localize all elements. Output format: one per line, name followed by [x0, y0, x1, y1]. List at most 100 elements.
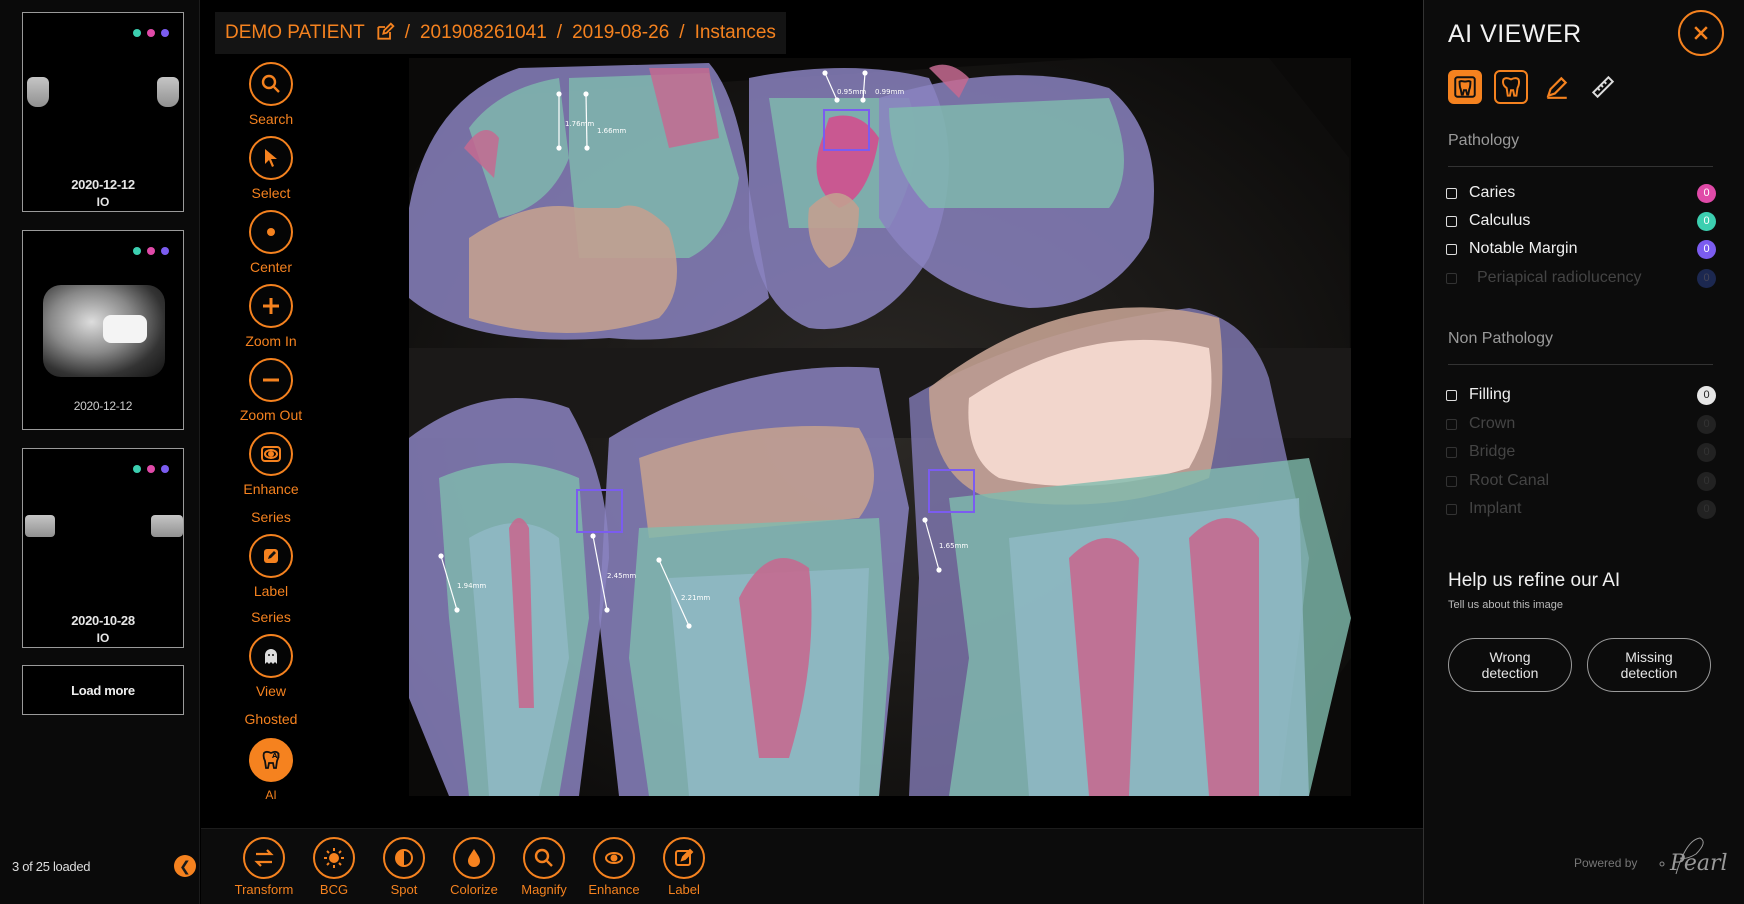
breadcrumb: DEMO PATIENT / 201908261041 / 2019-08-26… — [215, 12, 786, 54]
finding-count-badge: 0 — [1697, 442, 1716, 462]
tool-label: Center — [249, 259, 293, 275]
thumbnail-panel: 2020-12-12 IO 2020-12-12 2020-10-28 IO L… — [0, 0, 200, 904]
breadcrumb-study[interactable]: 201908261041 — [420, 22, 547, 44]
checkbox — [1446, 503, 1457, 515]
breadcrumb-instances[interactable]: Instances — [695, 22, 776, 44]
finding-count-badge: 0 — [1697, 268, 1716, 288]
calculus-dot — [133, 29, 141, 37]
pencil-icon — [1546, 76, 1568, 99]
tab-tooth-detection[interactable] — [1448, 70, 1482, 104]
tab-measure[interactable] — [1586, 70, 1620, 104]
checkbox[interactable] — [1446, 243, 1457, 255]
bottom-tool-label: BCG — [319, 882, 349, 897]
checkbox — [1446, 475, 1457, 487]
breadcrumb-date[interactable]: 2019-08-26 — [572, 22, 669, 44]
xray-image[interactable]: 1.76mm 1.66mm 0.95mm 0.99mm 1.94mm 2.45m… — [409, 58, 1351, 796]
finding-name: Filling — [1469, 386, 1511, 403]
tool-sublabel: Series — [251, 509, 291, 525]
thumbnail-date: 2020-10-28 — [71, 613, 135, 628]
transform-tool[interactable]: Transform — [229, 837, 299, 897]
finding-calculus[interactable]: Calculus 0 — [1446, 210, 1716, 232]
thumbnail-type: IO — [96, 631, 110, 645]
bottom-toolbar: Transform BCG Spot Colorize Magnify Enha… — [201, 828, 1423, 904]
divider — [1448, 166, 1713, 167]
tool-label: AI — [265, 788, 277, 802]
enhance-tool[interactable]: Enhance — [579, 837, 649, 897]
zoom-in-tool[interactable]: Zoom In — [221, 284, 321, 350]
thumbnail-1[interactable]: 2020-12-12 IO — [22, 12, 184, 212]
thumbnail-2[interactable]: 2020-12-12 — [22, 230, 184, 430]
edit-square-icon — [663, 837, 705, 879]
select-tool[interactable]: Select — [221, 136, 321, 202]
brightness-icon — [313, 837, 355, 879]
tool-label: Select — [251, 185, 291, 201]
close-button[interactable] — [1678, 10, 1724, 56]
image-viewer: DEMO PATIENT / 201908261041 / 2019-08-26… — [201, 0, 1423, 828]
tool-label: View — [255, 683, 287, 699]
droplet-icon — [453, 837, 495, 879]
search-tool[interactable]: Search — [221, 62, 321, 128]
thumbnail-3[interactable]: 2020-10-28 IO — [22, 448, 184, 648]
tooth-thumbnail-image — [151, 515, 183, 537]
missing-detection-button[interactable]: Missing detection — [1587, 638, 1711, 692]
caries-dot — [147, 247, 155, 255]
brand-name: Pearl — [1669, 851, 1728, 876]
load-more-button[interactable]: Load more — [22, 665, 184, 715]
collapse-panel-button[interactable]: ❮ — [174, 855, 196, 877]
tab-tooth-anatomy[interactable] — [1494, 70, 1528, 104]
chevron-left-icon: ❮ — [179, 857, 191, 874]
label-edit-icon — [249, 534, 293, 578]
checkbox[interactable] — [1446, 187, 1457, 199]
bottom-tool-label: Label — [668, 882, 700, 897]
finding-bridge: Bridge 0 — [1446, 441, 1716, 463]
bcg-tool[interactable]: BCG — [299, 837, 369, 897]
wrong-detection-button[interactable]: Wrong detection — [1448, 638, 1572, 692]
minus-icon — [249, 358, 293, 402]
finding-caries[interactable]: Caries 0 — [1446, 182, 1716, 204]
measurement-label: 0.99mm — [875, 88, 904, 96]
checkbox[interactable] — [1446, 215, 1457, 227]
calculus-dot — [133, 247, 141, 255]
finding-notable-margin[interactable]: Notable Margin 0 — [1446, 238, 1716, 260]
edit-icon[interactable] — [375, 21, 395, 45]
spot-tool[interactable]: Spot — [369, 837, 439, 897]
measurement-label: 2.21mm — [681, 594, 710, 602]
label-tool[interactable]: Label — [649, 837, 719, 897]
tool-label: Zoom Out — [239, 407, 303, 423]
finding-root-canal: Root Canal 0 — [1446, 470, 1716, 492]
finding-name: Bridge — [1469, 443, 1516, 460]
colorize-tool[interactable]: Colorize — [439, 837, 509, 897]
caries-dot — [147, 29, 155, 37]
powered-by-text: Powered by — [1574, 856, 1638, 870]
label-series-tool[interactable]: Label Series — [221, 534, 321, 626]
loaded-count: 3 of 25 loaded — [12, 859, 91, 874]
margin-dot — [161, 29, 169, 37]
search-icon — [249, 62, 293, 106]
enhance-series-tool[interactable]: Enhance Series — [221, 432, 321, 526]
tooth-thumbnail-image — [25, 515, 55, 537]
finding-filling[interactable]: Filling 0 — [1446, 384, 1716, 406]
tab-draw[interactable] — [1540, 70, 1574, 104]
finding-name: Periapical radiolucency — [1477, 269, 1642, 286]
ghost-icon — [249, 634, 293, 678]
measurement-label: 1.65mm — [939, 542, 968, 550]
checkbox[interactable] — [1446, 389, 1457, 401]
center-tool[interactable]: Center — [221, 210, 321, 276]
finding-count-badge: 0 — [1697, 239, 1716, 259]
breadcrumb-separator: / — [679, 22, 685, 43]
xray-thumbnail-image — [43, 285, 165, 377]
breadcrumb-patient[interactable]: DEMO PATIENT — [225, 22, 365, 44]
transform-arrows-icon — [243, 837, 285, 879]
finding-count-badge: 0 — [1697, 211, 1716, 231]
finding-periapical-radiolucency: Periapical radiolucency 0 — [1446, 267, 1716, 289]
tooth-thumbnail-image — [27, 77, 49, 107]
ai-icon-text: AI — [272, 752, 280, 760]
margin-dot — [161, 247, 169, 255]
close-icon — [1694, 26, 1708, 40]
half-circle-icon — [383, 837, 425, 879]
zoom-out-tool[interactable]: Zoom Out — [221, 358, 321, 424]
magnify-tool[interactable]: Magnify — [509, 837, 579, 897]
ai-tool[interactable]: AI AI — [221, 738, 321, 804]
tool-label: Enhance — [243, 481, 299, 497]
view-ghosted-tool[interactable]: View Ghosted — [221, 634, 321, 728]
